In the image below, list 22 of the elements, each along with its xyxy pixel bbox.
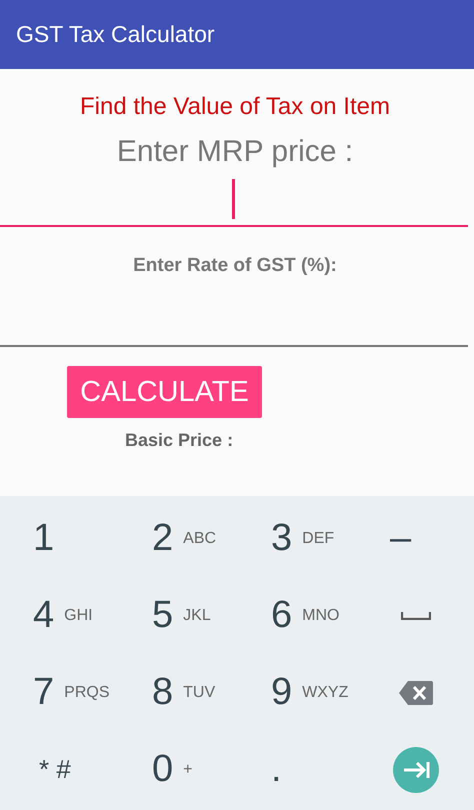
app-title: GST Tax Calculator bbox=[16, 21, 215, 48]
field-label: Enter Rate of GST (%): bbox=[132, 255, 338, 277]
keyboard-key[interactable]: 2 ABC bbox=[119, 517, 238, 560]
text-cursor bbox=[232, 179, 235, 219]
keyboard-key[interactable]: – bbox=[357, 517, 474, 560]
keyboard-key[interactable]: 9 WXYZ bbox=[238, 671, 357, 714]
field-label: Enter MRP price : bbox=[116, 135, 354, 169]
next-button-icon[interactable] bbox=[392, 746, 438, 792]
result-label: Basic Price : bbox=[125, 430, 234, 451]
keyboard-key[interactable]: 8 TUV bbox=[119, 671, 238, 714]
keyboard-key[interactable]: 7 PRQS bbox=[0, 671, 119, 714]
keyboard-key[interactable]: 0 + bbox=[119, 748, 238, 791]
keyboard-key[interactable]: 1 bbox=[0, 517, 119, 560]
keyboard-key[interactable]: . bbox=[238, 748, 357, 791]
backspace-icon[interactable] bbox=[398, 680, 432, 704]
keyboard-key[interactable]: 3 DEF bbox=[238, 517, 357, 560]
keyboard-key[interactable]: 6 MNO bbox=[238, 594, 357, 637]
space-key-icon[interactable] bbox=[400, 612, 430, 620]
keyboard-key[interactable]: 5 JKL bbox=[119, 594, 238, 637]
heading: Find the Value of Tax on Item bbox=[79, 93, 391, 121]
keyboard-key[interactable]: * # bbox=[0, 754, 119, 785]
keyboard-key[interactable]: 4 GHI bbox=[0, 594, 119, 637]
